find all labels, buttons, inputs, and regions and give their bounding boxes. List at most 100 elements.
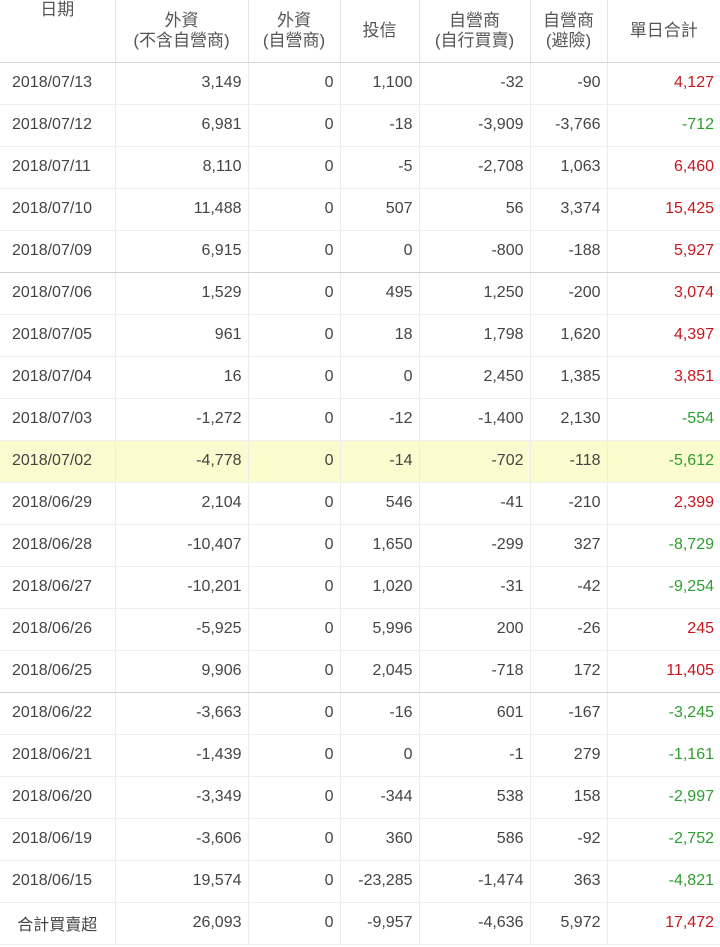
cell-dealer-self: 200: [419, 608, 531, 651]
cell-investment-trust: -12: [340, 398, 420, 441]
cell-investment-trust: -23,285: [340, 860, 420, 903]
cell-dealer-hedge: 1,063: [530, 146, 608, 189]
table-row[interactable]: 2018/06/15 19,574 0 -23,285 -1,474 363 -4,821: [0, 860, 720, 903]
cell-foreign: 6,915: [115, 230, 249, 273]
cell-daily-total: 245: [607, 608, 720, 651]
header-foreign-dealer[interactable]: 外資 (自營商): [248, 0, 341, 63]
header-total-label: 單日合計: [629, 20, 698, 40]
cell-daily-total: 3,851: [607, 356, 720, 399]
cell-date: 2018/07/04: [0, 356, 116, 399]
cell-foreign: 1,529: [115, 272, 249, 315]
cell-foreign-dealer: 0: [248, 818, 341, 861]
cell-foreign-dealer: 0: [248, 188, 341, 231]
header-dealer-hedge-sub: (避險): [545, 30, 592, 50]
cell-date: 2018/07/03: [0, 398, 116, 441]
cell-foreign: -10,407: [115, 524, 249, 567]
cell-daily-total: 3,074: [607, 272, 720, 315]
cell-dealer-hedge: -188: [530, 230, 608, 273]
cell-daily-total: -2,997: [607, 776, 720, 819]
header-foreign-sub: (不含自營商): [133, 30, 230, 50]
cell-dealer-self: -299: [419, 524, 531, 567]
cell-foreign: -3,663: [115, 692, 249, 735]
cell-foreign-dealer: 0: [248, 146, 341, 189]
cell-daily-total: -8,729: [607, 524, 720, 567]
table-row[interactable]: 2018/07/10 11,488 0 507 56 3,374 15,425: [0, 188, 720, 231]
header-dealer-self[interactable]: 自營商 (自行買賣): [419, 0, 531, 63]
table-row[interactable]: 2018/07/11 8,110 0 -5 -2,708 1,063 6,460: [0, 146, 720, 189]
cell-foreign: 6,981: [115, 104, 249, 147]
table-row[interactable]: 2018/06/26 -5,925 0 5,996 200 -26 245: [0, 608, 720, 651]
cell-dealer-hedge: -167: [530, 692, 608, 735]
cell-dealer-self: -800: [419, 230, 531, 273]
cell-date: 2018/07/06: [0, 272, 116, 315]
cell-investment-trust: 1,650: [340, 524, 420, 567]
cell-dealer-hedge: -200: [530, 272, 608, 315]
cell-date: 2018/06/20: [0, 776, 116, 819]
cell-daily-total: 4,397: [607, 314, 720, 357]
table-row[interactable]: 2018/06/19 -3,606 0 360 586 -92 -2,752: [0, 818, 720, 861]
table-row[interactable]: 2018/07/03 -1,272 0 -12 -1,400 2,130 -554: [0, 398, 720, 441]
table-row[interactable]: 2018/07/13 3,149 0 1,100 -32 -90 4,127: [0, 62, 720, 105]
cell-daily-total: -9,254: [607, 566, 720, 609]
cell-investment-trust: 1,100: [340, 62, 420, 105]
header-trust-label: 投信: [362, 20, 397, 40]
table-row[interactable]: 2018/06/27 -10,201 0 1,020 -31 -42 -9,254: [0, 566, 720, 609]
cell-dealer-hedge: 327: [530, 524, 608, 567]
cell-daily-total: 4,127: [607, 62, 720, 105]
cell-investment-trust: 0: [340, 734, 420, 777]
table-row[interactable]: 2018/06/20 -3,349 0 -344 538 158 -2,997: [0, 776, 720, 819]
cell-foreign-dealer: 0: [248, 650, 341, 693]
header-investment-trust[interactable]: 投信: [340, 0, 420, 63]
cell-investment-trust: -18: [340, 104, 420, 147]
table-row[interactable]: 2018/06/21 -1,439 0 0 -1 279 -1,161: [0, 734, 720, 777]
cell-dealer-hedge: -3,766: [530, 104, 608, 147]
cell-dealer-hedge: 3,374: [530, 188, 608, 231]
cell-daily-total: -5,612: [607, 440, 720, 483]
cell-dealer-self: -41: [419, 482, 531, 525]
header-date[interactable]: 日期: [0, 0, 116, 63]
table-row[interactable]: 2018/06/22 -3,663 0 -16 601 -167 -3,245: [0, 692, 720, 735]
cell-foreign-dealer: 0: [248, 482, 341, 525]
table-row[interactable]: 2018/06/25 9,906 0 2,045 -718 172 11,405: [0, 650, 720, 693]
cell-dealer-hedge: 2,130: [530, 398, 608, 441]
table-row[interactable]: 2018/07/06 1,529 0 495 1,250 -200 3,074: [0, 272, 720, 315]
cell-foreign: 16: [115, 356, 249, 399]
cell-foreign-dealer: 0: [248, 62, 341, 105]
header-daily-total[interactable]: 單日合計: [607, 0, 720, 63]
table-row[interactable]: 2018/06/28 -10,407 0 1,650 -299 327 -8,729: [0, 524, 720, 567]
cell-foreign: 9,906: [115, 650, 249, 693]
header-dealer-hedge[interactable]: 自營商 (避險): [530, 0, 608, 63]
table-row[interactable]: 2018/07/12 6,981 0 -18 -3,909 -3,766 -712: [0, 104, 720, 147]
cell-dealer-self: 601: [419, 692, 531, 735]
cell-dealer-hedge: 172: [530, 650, 608, 693]
cell-dealer-self: -2,708: [419, 146, 531, 189]
cell-foreign-dealer: 0: [248, 692, 341, 735]
header-foreign-ex-dealer[interactable]: 外資 (不含自營商): [115, 0, 249, 63]
cell-date: 2018/06/27: [0, 566, 116, 609]
cell-date: 2018/06/29: [0, 482, 116, 525]
header-dealer-self-label: 自營商: [449, 10, 500, 30]
header-foreign-label: 外資: [164, 10, 199, 30]
cell-dealer-hedge: 158: [530, 776, 608, 819]
cell-dealer-self: -1,400: [419, 398, 531, 441]
cell-investment-trust: 546: [340, 482, 420, 525]
cell-foreign: -3,349: [115, 776, 249, 819]
cell-date: 2018/06/28: [0, 524, 116, 567]
table-row[interactable]: 2018/07/02 -4,778 0 -14 -702 -118 -5,612: [0, 440, 720, 483]
table-row[interactable]: 2018/07/04 16 0 0 2,450 1,385 3,851: [0, 356, 720, 399]
total-foreign-dealer: 0: [248, 902, 341, 945]
table-row[interactable]: 2018/07/09 6,915 0 0 -800 -188 5,927: [0, 230, 720, 273]
cell-dealer-self: -718: [419, 650, 531, 693]
cell-date: 2018/06/19: [0, 818, 116, 861]
cell-dealer-hedge: -42: [530, 566, 608, 609]
table-row[interactable]: 2018/06/29 2,104 0 546 -41 -210 2,399: [0, 482, 720, 525]
cell-foreign: -5,925: [115, 608, 249, 651]
cell-date: 2018/06/25: [0, 650, 116, 693]
cell-dealer-self: -1: [419, 734, 531, 777]
cell-foreign-dealer: 0: [248, 230, 341, 273]
cell-daily-total: -1,161: [607, 734, 720, 777]
cell-daily-total: 11,405: [607, 650, 720, 693]
cell-foreign: -10,201: [115, 566, 249, 609]
table-row[interactable]: 2018/07/05 961 0 18 1,798 1,620 4,397: [0, 314, 720, 357]
cell-foreign: 3,149: [115, 62, 249, 105]
